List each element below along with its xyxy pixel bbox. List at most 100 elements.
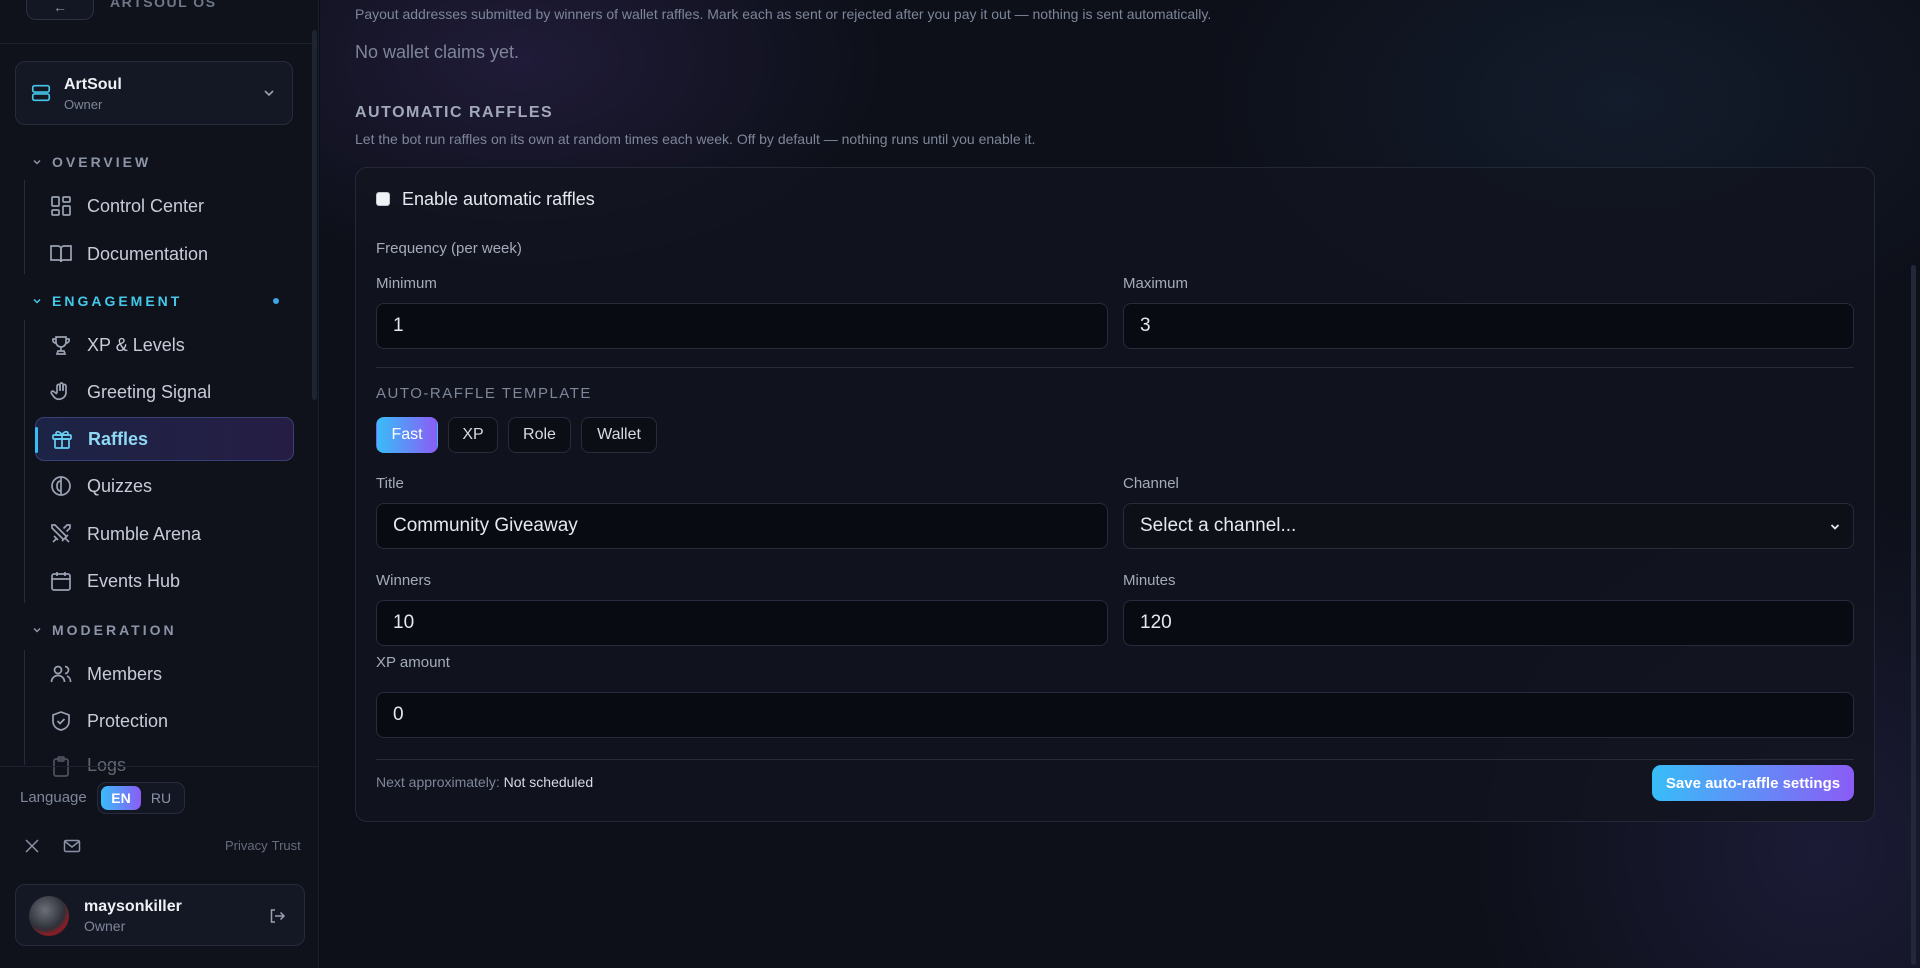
sidebar-scrollbar[interactable] [312, 30, 317, 400]
sidebar-item-protection[interactable]: Protection [35, 699, 294, 743]
title-label: Title [376, 475, 404, 492]
sidebar-item-raffles[interactable]: Raffles [35, 417, 294, 461]
avatar [29, 896, 69, 936]
chevron-down-icon [1830, 524, 1840, 530]
divider [376, 367, 1854, 368]
channel-label: Channel [1123, 475, 1179, 492]
divider [0, 766, 318, 767]
sidebar-item-rumble-arena[interactable]: Rumble Arena [35, 512, 294, 556]
sidebar-item-label: Events Hub [87, 570, 181, 591]
x-twitter-icon[interactable] [24, 838, 40, 854]
section-moderation[interactable]: MODERATION [32, 620, 177, 640]
xp-amount-label: XP amount [376, 654, 450, 671]
channel-select[interactable]: Select a channel... [1123, 503, 1854, 549]
nav-rail [24, 650, 25, 765]
maximum-label: Maximum [1123, 275, 1189, 292]
enable-auto-raffles-label[interactable]: Enable automatic raffles [402, 189, 595, 210]
next-run-value: Not scheduled [503, 774, 594, 790]
chevron-down-icon [33, 627, 41, 633]
sidebar-item-label: Documentation [87, 243, 209, 264]
save-auto-raffle-button[interactable]: Save auto-raffle settings [1652, 765, 1854, 801]
wallet-claims-description: Payout addresses submitted by winners of… [355, 6, 1212, 22]
minimum-input[interactable]: 1 [376, 303, 1108, 349]
sidebar-item-xp-levels[interactable]: XP & Levels [35, 323, 294, 367]
user-role: Owner [84, 918, 126, 934]
sidebar-item-greeting-signal[interactable]: Greeting Signal [35, 370, 294, 414]
next-run-info: Next approximately: Not scheduled [376, 774, 593, 790]
arrow-left-icon: ← [53, 0, 67, 15]
sidebar-item-events-hub[interactable]: Events Hub [35, 559, 294, 603]
mail-icon[interactable] [63, 838, 81, 854]
section-overview[interactable]: OVERVIEW [32, 152, 151, 172]
trophy-icon [51, 336, 71, 355]
brand-name: ARTSOUL OS [110, 0, 217, 10]
main-scrollbar[interactable] [1911, 265, 1916, 965]
dashboard-icon [51, 196, 71, 216]
sidebar-item-label: Protection [87, 710, 169, 731]
sidebar-item-label: Control Center [87, 195, 205, 216]
chevron-down-icon [33, 298, 41, 304]
minimum-label: Minimum [376, 275, 437, 292]
sidebar-item-label: Raffles [88, 428, 149, 449]
section-engagement[interactable]: ENGAGEMENT [32, 291, 182, 311]
book-icon [50, 245, 72, 263]
sidebar-item-label: Members [87, 663, 163, 684]
template-wallet-button[interactable]: Wallet [581, 417, 657, 453]
template-role-button[interactable]: Role [508, 417, 571, 453]
hand-wave-icon [50, 382, 67, 400]
calendar-icon [51, 572, 71, 591]
trust-link[interactable]: Trust [272, 838, 301, 853]
next-run-label: Next approximately: [376, 774, 500, 790]
server-role: Owner [64, 97, 103, 112]
maximum-input[interactable]: 3 [1123, 303, 1854, 349]
main-content: Payout addresses submitted by winners of… [320, 0, 1920, 968]
nav-rail [24, 180, 25, 274]
sidebar-item-quizzes[interactable]: Quizzes [35, 464, 294, 508]
language-option-en[interactable]: EN [101, 786, 141, 810]
sidebar-item-label: Greeting Signal [87, 381, 212, 402]
sidebar-item-documentation[interactable]: Documentation [35, 232, 294, 276]
nav-rail [24, 320, 25, 603]
server-switcher[interactable]: ArtSoul Owner [15, 61, 293, 125]
section-title: AUTOMATIC RAFFLES [355, 104, 554, 121]
frequency-label: Frequency (per week) [376, 240, 522, 257]
sidebar-item-label: Rumble Arena [87, 523, 202, 544]
chevron-down-icon [33, 159, 41, 165]
divider [0, 43, 318, 44]
sidebar-item-label: Quizzes [87, 475, 153, 496]
server-icon [31, 84, 51, 102]
sidebar: ← ARTSOUL OS ArtSoul Owner OVERVIEW Cont… [0, 0, 319, 968]
template-label: AUTO-RAFFLE TEMPLATE [376, 385, 592, 402]
template-xp-button[interactable]: XP [448, 417, 498, 453]
server-name: ArtSoul [64, 76, 122, 93]
users-icon [50, 665, 72, 683]
back-button[interactable]: ← [26, 0, 94, 20]
logout-icon[interactable] [268, 907, 286, 925]
minutes-input[interactable]: 120 [1123, 600, 1854, 646]
section-label: ENGAGEMENT [52, 293, 183, 309]
title-input[interactable]: Community Giveaway [376, 503, 1108, 549]
auto-raffle-panel: Enable automatic raffles Frequency (per … [355, 167, 1875, 822]
gift-icon [52, 430, 72, 449]
sidebar-item-control-center[interactable]: Control Center [35, 184, 294, 228]
language-switch: EN RU [97, 782, 185, 814]
enable-auto-raffles-checkbox[interactable] [376, 192, 390, 206]
divider [376, 759, 1854, 760]
crossed-swords-icon [51, 524, 71, 543]
user-card: maysonkiller Owner [15, 884, 305, 946]
chevron-down-icon [264, 90, 274, 97]
section-description: Let the bot run raffles on its own at ra… [355, 131, 1036, 147]
brand-row: ← ARTSOUL OS [24, 0, 294, 26]
user-name: maysonkiller [84, 898, 182, 915]
sidebar-item-members[interactable]: Members [35, 652, 294, 696]
template-fast-button[interactable]: Fast [376, 417, 438, 453]
language-option-ru[interactable]: RU [141, 786, 181, 810]
wallet-claims-empty: No wallet claims yet. [355, 42, 520, 62]
winners-label: Winners [376, 572, 432, 589]
channel-select-value: Select a channel... [1140, 515, 1297, 536]
winners-input[interactable]: 10 [376, 600, 1108, 646]
privacy-link[interactable]: Privacy [225, 838, 268, 853]
active-section-dot [273, 298, 279, 304]
language-label: Language [20, 789, 87, 806]
xp-amount-input[interactable]: 0 [376, 692, 1854, 738]
